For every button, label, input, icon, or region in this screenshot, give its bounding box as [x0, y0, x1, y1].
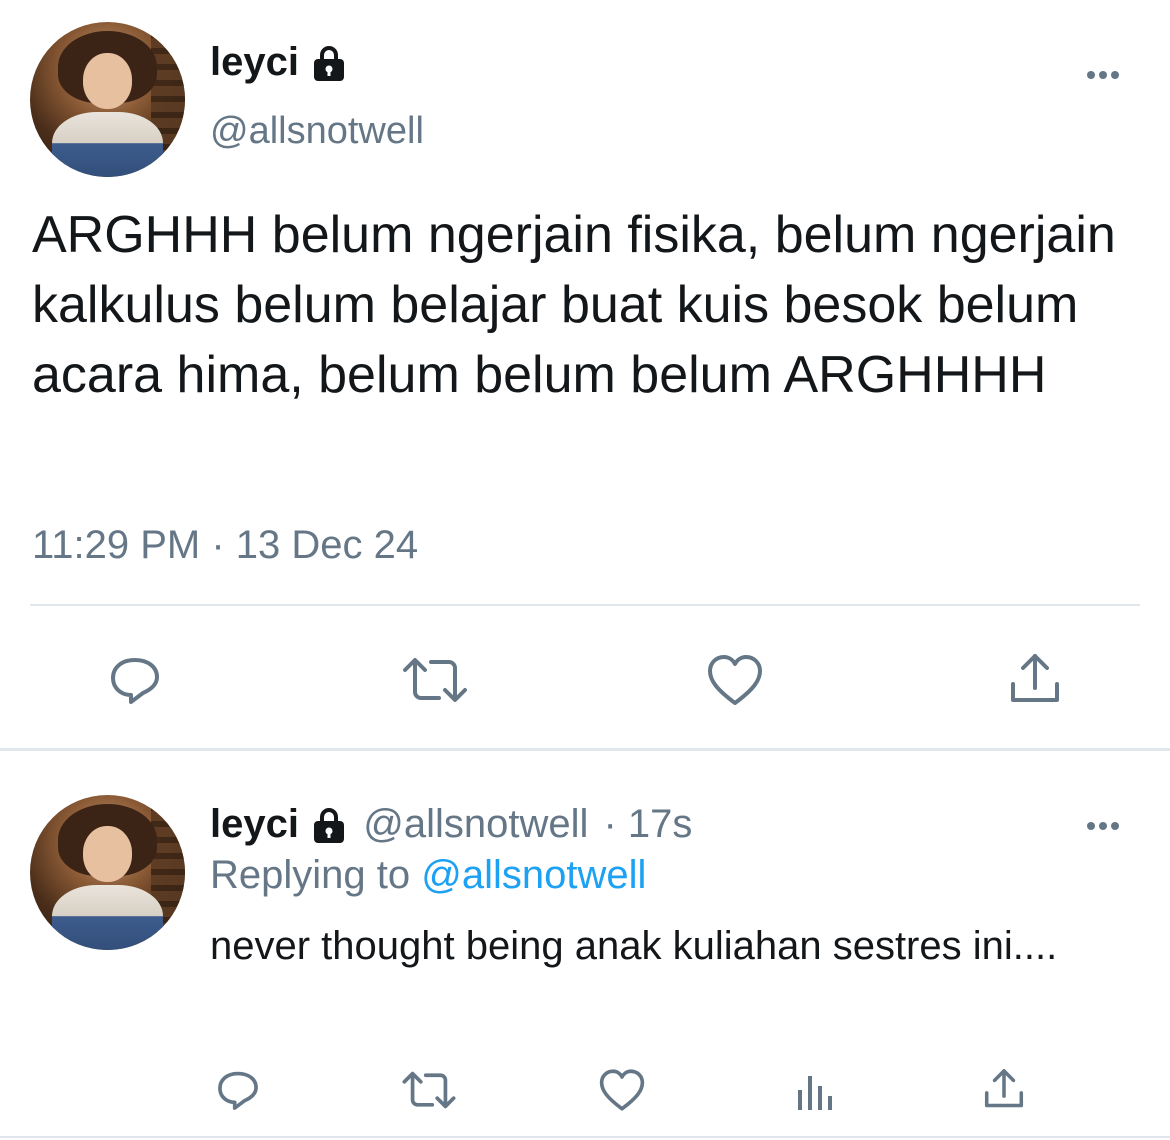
replying-to: Replying to @allsnotwell [210, 850, 646, 900]
handle[interactable]: @allsnotwell [210, 108, 424, 154]
reply-age: · 17s [603, 802, 693, 846]
display-name-text[interactable]: leyci [210, 40, 299, 84]
reply-icon [111, 658, 159, 704]
replying-to-link[interactable]: @allsnotwell [421, 853, 646, 897]
retweet-icon [402, 1071, 456, 1109]
section-divider [0, 748, 1170, 751]
timestamp[interactable]: 11:29 PM · 13 Dec 24 [32, 520, 418, 570]
share-icon [984, 1069, 1024, 1108]
retweet-icon [403, 658, 467, 702]
reply-button[interactable] [100, 650, 170, 710]
reply-like-button[interactable] [594, 1064, 650, 1116]
share-icon [1011, 654, 1059, 702]
display-name[interactable]: leyci [210, 38, 346, 86]
reply-handle[interactable]: @allsnotwell [363, 802, 588, 846]
bottom-divider [0, 1136, 1170, 1138]
like-icon [599, 1069, 645, 1111]
reply-icon [218, 1071, 258, 1110]
lock-icon [312, 807, 346, 845]
divider [30, 604, 1140, 606]
more-options-icon[interactable] [1087, 66, 1123, 84]
share-button[interactable] [1000, 648, 1070, 710]
retweet-button[interactable] [395, 650, 475, 710]
lock-icon [312, 45, 346, 83]
reply-more-options-icon[interactable] [1087, 817, 1123, 835]
reply-share-button[interactable] [976, 1062, 1032, 1116]
reply-text: never thought being anak kuliahan sestre… [210, 924, 1058, 968]
replying-to-prefix: Replying to [210, 853, 411, 897]
reply-avatar[interactable] [30, 795, 185, 950]
reply-display-name[interactable]: leyci [210, 802, 299, 846]
reply-retweet-button[interactable] [396, 1064, 462, 1116]
like-button[interactable] [700, 650, 770, 710]
reply-analytics-button[interactable] [786, 1064, 842, 1116]
avatar[interactable] [30, 22, 185, 177]
reply-header: leyci @allsnotwell · 17s [210, 800, 692, 848]
like-icon [708, 655, 762, 705]
analytics-icon [798, 1076, 832, 1110]
reply-reply-button[interactable] [210, 1064, 266, 1116]
tweet-text: ARGHHH belum ngerjain fisika, belum nger… [32, 206, 1116, 404]
